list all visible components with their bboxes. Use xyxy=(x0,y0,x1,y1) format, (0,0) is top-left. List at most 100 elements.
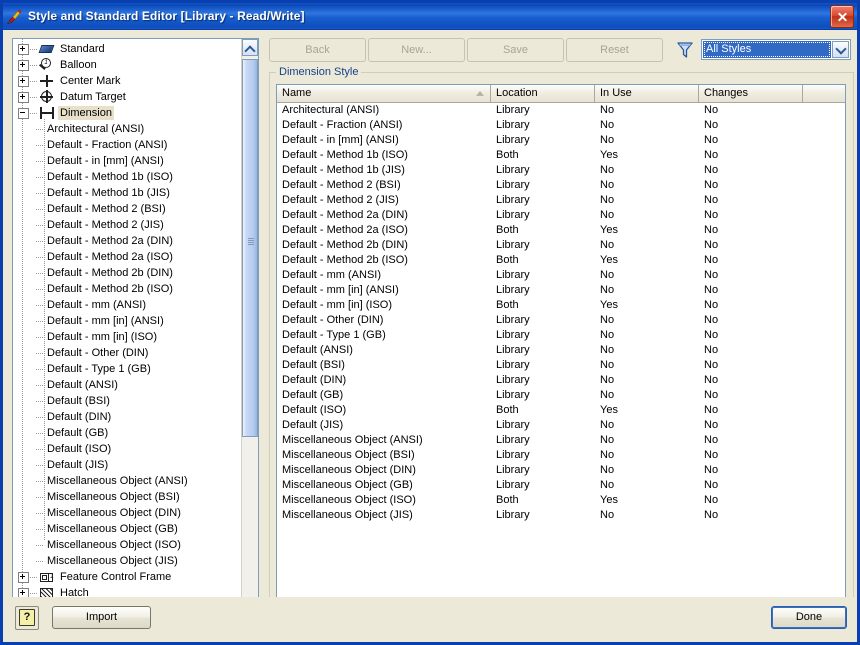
scroll-thumb[interactable] xyxy=(242,59,258,437)
table-row[interactable]: Architectural (ANSI) Library No No xyxy=(277,103,845,118)
scroll-track[interactable] xyxy=(242,56,258,606)
tree-item-label: Miscellaneous Object (DIN) xyxy=(47,507,181,519)
expander-plus-icon[interactable] xyxy=(18,75,29,87)
tree-connector xyxy=(30,112,38,114)
tree-item-child[interactable]: Default (ANSI) xyxy=(13,377,241,393)
back-button[interactable]: Back xyxy=(269,38,366,62)
filter-funnel-icon[interactable] xyxy=(675,41,695,60)
tree-item-child[interactable]: Default - mm [in] (ANSI) xyxy=(13,313,241,329)
table-row[interactable]: Default - Method 2 (BSI) Library No No xyxy=(277,178,845,193)
table-row[interactable]: Default - Method 1b (JIS) Library No No xyxy=(277,163,845,178)
expander-plus-icon[interactable] xyxy=(18,571,29,583)
table-row[interactable]: Default - mm [in] (ANSI) Library No No xyxy=(277,283,845,298)
tree-item-child[interactable]: Miscellaneous Object (JIS) xyxy=(13,553,241,569)
tree-item-child[interactable]: Default - Other (DIN) xyxy=(13,345,241,361)
tree-item-balloon[interactable]: 1 Balloon xyxy=(13,57,241,73)
table-row[interactable]: Default - Method 2 (JIS) Library No No xyxy=(277,193,845,208)
tree-item-child[interactable]: Architectural (ANSI) xyxy=(13,121,241,137)
import-button[interactable]: Import xyxy=(52,606,151,629)
tree-item-child[interactable]: Miscellaneous Object (ANSI) xyxy=(13,473,241,489)
tree-item-child[interactable]: Default - Method 2 (JIS) xyxy=(13,217,241,233)
help-button[interactable]: ? xyxy=(15,606,39,630)
tree-item-child[interactable]: Default - Type 1 (GB) xyxy=(13,361,241,377)
table-row[interactable]: Default - Method 2b (DIN) Library No No xyxy=(277,238,845,253)
table-row[interactable]: Miscellaneous Object (GB) Library No No xyxy=(277,478,845,493)
table-row[interactable]: Default - Method 1b (ISO) Both Yes No xyxy=(277,148,845,163)
dimension-style-listview[interactable]: Name Location In Use Changes Architectur… xyxy=(276,84,846,617)
tree-item-standard[interactable]: Standard xyxy=(13,41,241,57)
tree-item-child[interactable]: Default - Method 2b (ISO) xyxy=(13,281,241,297)
expander-plus-icon[interactable] xyxy=(18,43,29,55)
tree-item-child[interactable]: Default (JIS) xyxy=(13,457,241,473)
style-tree-panel: Standard 1 Balloon Center Mark Datum Tar… xyxy=(12,38,259,624)
style-filter-value[interactable]: All Styles xyxy=(703,41,831,58)
scroll-up-button[interactable] xyxy=(242,39,258,57)
tree-item-child[interactable]: Miscellaneous Object (GB) xyxy=(13,521,241,537)
tree-item-child[interactable]: Default - Method 1b (JIS) xyxy=(13,185,241,201)
table-row[interactable]: Miscellaneous Object (BSI) Library No No xyxy=(277,448,845,463)
tree-item-child[interactable]: Miscellaneous Object (ISO) xyxy=(13,537,241,553)
style-filter-combobox[interactable]: All Styles xyxy=(701,39,851,60)
tree-item-child[interactable]: Default - Method 2a (ISO) xyxy=(13,249,241,265)
tree-item-child[interactable]: Default - Method 2a (DIN) xyxy=(13,233,241,249)
tree-item-center-mark[interactable]: Center Mark xyxy=(13,73,241,89)
table-row[interactable]: Default - Method 2a (ISO) Both Yes No xyxy=(277,223,845,238)
column-header-in-use[interactable]: In Use xyxy=(595,85,699,102)
tree-item-child[interactable]: Default - mm [in] (ISO) xyxy=(13,329,241,345)
new-button[interactable]: New... xyxy=(368,38,465,62)
tree-item-child[interactable]: Miscellaneous Object (BSI) xyxy=(13,489,241,505)
table-row[interactable]: Miscellaneous Object (DIN) Library No No xyxy=(277,463,845,478)
table-row[interactable]: Default - in [mm] (ANSI) Library No No xyxy=(277,133,845,148)
table-row[interactable]: Default (DIN) Library No No xyxy=(277,373,845,388)
tree-item-child[interactable]: Default (BSI) xyxy=(13,393,241,409)
tree-item-feature-control-frame[interactable]: 1 Feature Control Frame xyxy=(13,569,241,585)
expander-minus-icon[interactable] xyxy=(18,107,29,119)
table-row[interactable]: Default - Fraction (ANSI) Library No No xyxy=(277,118,845,133)
table-row[interactable]: Miscellaneous Object (ANSI) Library No No xyxy=(277,433,845,448)
table-row[interactable]: Default - Method 2b (ISO) Both Yes No xyxy=(277,253,845,268)
table-row[interactable]: Default (JIS) Library No No xyxy=(277,418,845,433)
column-header-location[interactable]: Location xyxy=(491,85,595,102)
question-mark-icon: ? xyxy=(19,609,35,626)
table-row[interactable]: Default - mm (ANSI) Library No No xyxy=(277,268,845,283)
table-row[interactable]: Default (ISO) Both Yes No xyxy=(277,403,845,418)
tree-item-dimension[interactable]: Dimension xyxy=(13,105,241,121)
tree-item-child[interactable]: Default - Method 2b (DIN) xyxy=(13,265,241,281)
expander-plus-icon[interactable] xyxy=(18,91,29,103)
cell-in-use: No xyxy=(600,284,615,296)
tree-item-child[interactable]: Default - Fraction (ANSI) xyxy=(13,137,241,153)
tree-item-child[interactable]: Default (DIN) xyxy=(13,409,241,425)
table-row[interactable]: Miscellaneous Object (JIS) Library No No xyxy=(277,508,845,523)
chevron-down-icon[interactable] xyxy=(832,41,849,58)
column-header-extra[interactable] xyxy=(803,85,845,102)
table-row[interactable]: Default (GB) Library No No xyxy=(277,388,845,403)
table-row[interactable]: Default - Method 2a (DIN) Library No No xyxy=(277,208,845,223)
tree-item-child[interactable]: Default - Method 1b (ISO) xyxy=(13,169,241,185)
table-row[interactable]: Default - mm [in] (ISO) Both Yes No xyxy=(277,298,845,313)
save-button[interactable]: Save xyxy=(467,38,564,62)
tree-item-child[interactable]: Default (ISO) xyxy=(13,441,241,457)
table-row[interactable]: Default - Other (DIN) Library No No xyxy=(277,313,845,328)
table-row[interactable]: Miscellaneous Object (ISO) Both Yes No xyxy=(277,493,845,508)
tree-item-child[interactable]: Default - in [mm] (ANSI) xyxy=(13,153,241,169)
tree-item-child[interactable]: Default - mm (ANSI) xyxy=(13,297,241,313)
tree-item-label: Default - Method 2a (DIN) xyxy=(47,235,173,247)
tree-item-child[interactable]: Default (GB) xyxy=(13,425,241,441)
table-row[interactable]: Default - Type 1 (GB) Library No No xyxy=(277,328,845,343)
done-button[interactable]: Done xyxy=(771,606,847,629)
close-icon[interactable] xyxy=(830,5,854,28)
column-header-name[interactable]: Name xyxy=(277,85,491,102)
tree-item-child[interactable]: Miscellaneous Object (DIN) xyxy=(13,505,241,521)
reset-button[interactable]: Reset xyxy=(566,38,663,62)
tree-vertical-scrollbar[interactable] xyxy=(241,39,258,623)
tree-item-label: Standard xyxy=(60,43,105,55)
expander-plus-icon[interactable] xyxy=(18,59,29,71)
balloon-icon: 1 xyxy=(39,58,55,72)
tree-item-datum-target[interactable]: Datum Target xyxy=(13,89,241,105)
tree-item-child[interactable]: Default - Method 2 (BSI) xyxy=(13,201,241,217)
column-header-changes[interactable]: Changes xyxy=(699,85,803,102)
table-row[interactable]: Default (BSI) Library No No xyxy=(277,358,845,373)
tree-item-label: Default - Method 1b (ISO) xyxy=(47,171,173,183)
table-row[interactable]: Default (ANSI) Library No No xyxy=(277,343,845,358)
tree-children-group: Architectural (ANSI) Default - Fraction (… xyxy=(13,121,241,569)
